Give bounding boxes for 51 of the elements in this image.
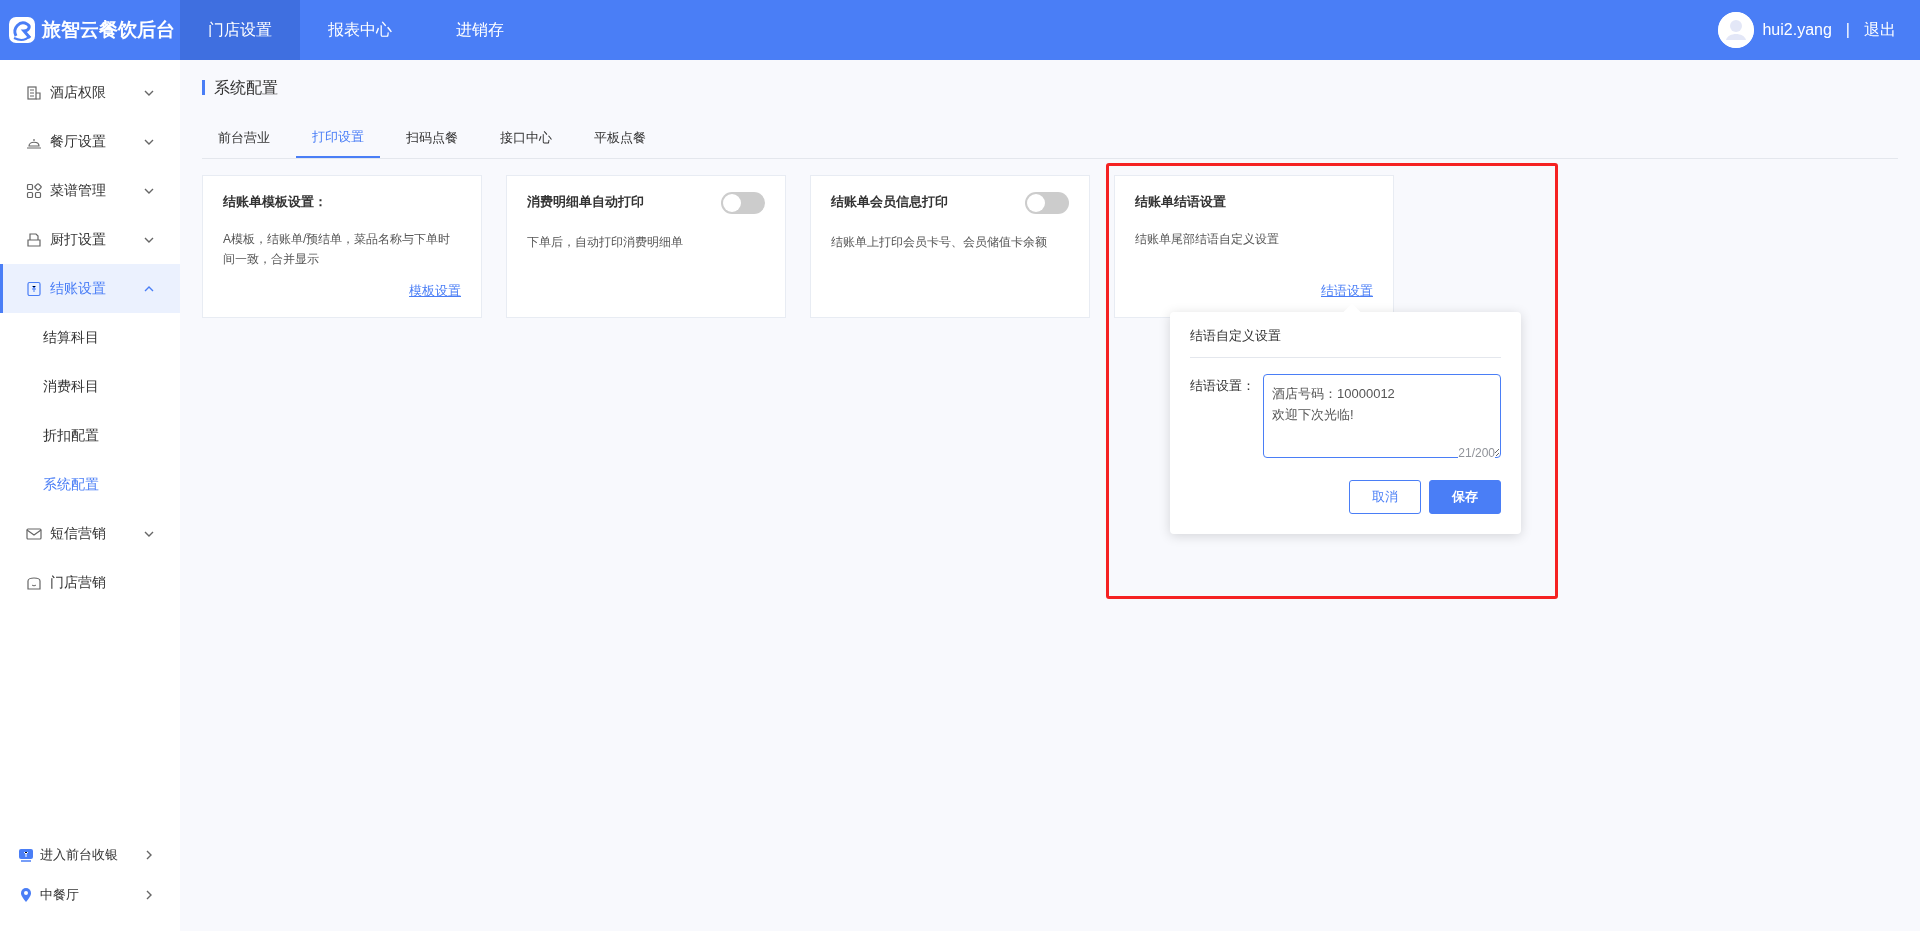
toggle-switch[interactable] [721, 191, 765, 214]
settings-link[interactable]: 模板设置 [409, 281, 461, 301]
sidebar-footer-item[interactable]: 进入前台收银 [0, 835, 180, 875]
card-description: 结账单上打印会员卡号、会员储值卡余额 [831, 233, 1048, 251]
logout-link[interactable]: 退出 [1864, 18, 1896, 42]
sidebar-item[interactable]: 短信营销 [0, 509, 180, 558]
sidebar-item[interactable]: 厨打设置 [0, 215, 180, 264]
cancel-button[interactable]: 取消 [1349, 480, 1421, 514]
nav-tab[interactable]: 门店设置 [180, 0, 300, 60]
sidebar-item[interactable]: 酒店权限 [0, 68, 180, 117]
card-description: 下单后，自动打印消费明细单 [527, 233, 684, 251]
card-title: 结账单结语设置 [1135, 192, 1226, 211]
avatar-icon[interactable] [1718, 12, 1755, 48]
card-description: 结账单尾部结语自定义设置 [1135, 231, 1280, 248]
sidebar-subitem[interactable]: 消费科目 [0, 362, 180, 411]
sidebar-item[interactable]: 门店营销 [0, 558, 180, 607]
logo-icon [8, 16, 36, 44]
store-icon [26, 574, 42, 591]
nav-tab[interactable]: 报表中心 [300, 0, 420, 60]
tab[interactable]: 打印设置 [296, 121, 380, 158]
card-title: 消费明细单自动打印 [527, 192, 644, 211]
tab[interactable]: 平板点餐 [578, 121, 662, 158]
grid-icon [26, 182, 42, 199]
separator: | [1845, 20, 1850, 40]
monitor-icon [18, 847, 34, 863]
popover-title: 结语自定义设置 [1190, 325, 1501, 358]
sidebar-footer-item[interactable]: 中餐厅 [0, 875, 180, 915]
card-title: 结账单模板设置： [223, 192, 327, 211]
sidebar-item[interactable]: 餐厅设置 [0, 117, 180, 166]
card-description: A模板，结账单/预结单，菜品名称与下单时间一致，合并显示 [223, 231, 452, 268]
save-button[interactable]: 保存 [1429, 480, 1501, 514]
toggle-switch[interactable] [1025, 191, 1069, 214]
building-icon [26, 84, 42, 101]
settings-link[interactable]: 结语设置 [1321, 281, 1373, 301]
tab[interactable]: 扫码点餐 [390, 121, 474, 158]
printer-icon [26, 231, 42, 248]
app-title: 旅智云餐饮后台 [42, 17, 175, 42]
page-title: 系统配置 [202, 80, 1898, 95]
tab[interactable]: 前台营业 [202, 121, 286, 158]
sidebar-subitem[interactable]: 结算科目 [0, 313, 180, 362]
nav-tab[interactable]: 进销存 [420, 0, 540, 60]
field-label: 结语设置： [1190, 377, 1255, 395]
sidebar-subitem[interactable]: 系统配置 [0, 460, 180, 509]
location-pin-icon [18, 887, 34, 903]
tab[interactable]: 接口中心 [484, 121, 568, 158]
receipt-icon [26, 280, 42, 297]
mail-icon [26, 525, 42, 542]
sidebar-item[interactable]: 菜谱管理 [0, 166, 180, 215]
sidebar-subitem[interactable]: 折扣配置 [0, 411, 180, 460]
username[interactable]: hui2.yang [1762, 18, 1832, 42]
card-title: 结账单会员信息打印 [831, 192, 948, 211]
